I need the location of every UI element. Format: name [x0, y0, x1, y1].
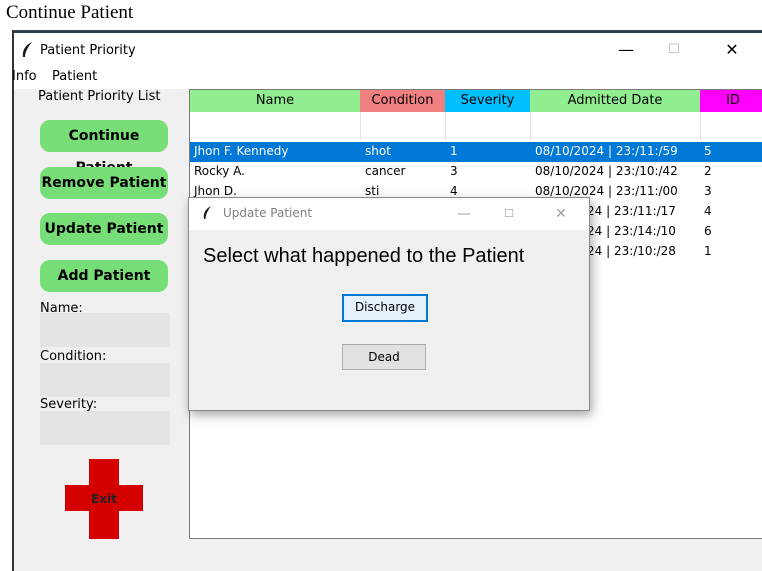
column-divider	[700, 112, 701, 140]
severity-label: Severity:	[40, 397, 98, 412]
dialog-prompt: Select what happened to the Patient	[203, 245, 525, 267]
cell-condition: cancer	[365, 164, 406, 178]
cell-date: 24 | 23:/11:/17	[587, 204, 676, 218]
add-patient-button[interactable]: Add Patient	[40, 260, 168, 292]
dialog-titlebar[interactable]: Update Patient — ☐ ✕	[189, 198, 589, 230]
cell-id: 5	[704, 144, 712, 158]
cell-id: 3	[704, 184, 712, 198]
cell-id: 2	[704, 164, 712, 178]
cell-date: 08/10/2024 | 23:/10:/42	[535, 164, 678, 178]
column-header-severity[interactable]: Severity	[445, 90, 530, 112]
cell-date: 08/10/2024 | 23:/11:/00	[535, 184, 678, 198]
cell-condition: sti	[365, 184, 380, 198]
feather-icon	[201, 205, 213, 225]
cell-date: 24 | 23:/14:/10	[587, 224, 676, 238]
sidebar-title: Patient Priority List	[38, 89, 161, 104]
cell-name: Jhon D.	[194, 184, 237, 198]
window-titlebar[interactable]: Patient Priority — ☐ ✕	[14, 33, 762, 69]
exit-button[interactable]: Exit	[65, 459, 145, 539]
maximize-button[interactable]: ☐	[652, 37, 696, 63]
column-divider	[530, 112, 531, 140]
close-button[interactable]: ✕	[710, 37, 754, 63]
window-title: Patient Priority	[40, 43, 136, 58]
continue-patient-button[interactable]: Continue Patient	[40, 120, 168, 176]
cell-date: 08/10/2024 | 23:/11:/59	[535, 144, 678, 158]
update-patient-button[interactable]: Update Patient	[40, 213, 168, 245]
feather-icon	[20, 41, 34, 63]
condition-field[interactable]	[40, 363, 170, 397]
column-header-condition[interactable]: Condition	[360, 90, 445, 112]
name-field[interactable]	[40, 313, 170, 347]
menubar: Info Patient	[12, 69, 762, 89]
column-header-admitted-date[interactable]: Admitted Date	[530, 90, 700, 112]
update-patient-dialog: Update Patient — ☐ ✕ Select what happene…	[188, 197, 590, 411]
cell-id: 6	[704, 224, 712, 238]
exit-label: Exit	[91, 492, 117, 506]
cell-severity: 3	[450, 164, 458, 178]
minimize-button[interactable]: —	[604, 37, 648, 63]
dialog-title: Update Patient	[223, 206, 313, 220]
cell-name: Rocky A.	[194, 164, 245, 178]
dead-button[interactable]: Dead	[342, 344, 426, 370]
table-row[interactable]: Rocky A. cancer 3 08/10/2024 | 23:/10:/42 2	[190, 162, 762, 182]
cell-severity: 4	[450, 184, 458, 198]
menu-info[interactable]: Info	[12, 69, 37, 84]
menu-patient[interactable]: Patient	[52, 69, 97, 84]
dialog-close-button[interactable]: ✕	[541, 202, 581, 226]
caption-label: Continue Patient	[6, 2, 134, 23]
cell-id: 1	[704, 244, 712, 258]
discharge-button[interactable]: Discharge	[342, 294, 428, 322]
remove-patient-button[interactable]: Remove Patient	[40, 167, 168, 199]
table-row[interactable]: Jhon F. Kennedy shot 1 08/10/2024 | 23:/11:…	[190, 142, 762, 162]
main-window: Patient Priority — ☐ ✕ Info Patient Pati…	[12, 30, 762, 571]
cell-id: 4	[704, 204, 712, 218]
column-header-name[interactable]: Name	[190, 90, 360, 112]
condition-label: Condition:	[40, 349, 107, 364]
column-divider	[360, 112, 361, 140]
dialog-maximize-button[interactable]: ☐	[489, 202, 529, 226]
column-divider	[445, 112, 446, 140]
column-header-id[interactable]: ID	[700, 90, 762, 112]
cell-condition: shot	[365, 144, 391, 158]
cell-name: Jhon F. Kennedy	[194, 144, 289, 158]
cell-date: 24 | 23:/10:/28	[587, 244, 676, 258]
cell-severity: 1	[450, 144, 458, 158]
dialog-minimize-button[interactable]: —	[444, 202, 484, 226]
severity-field[interactable]	[40, 411, 170, 445]
